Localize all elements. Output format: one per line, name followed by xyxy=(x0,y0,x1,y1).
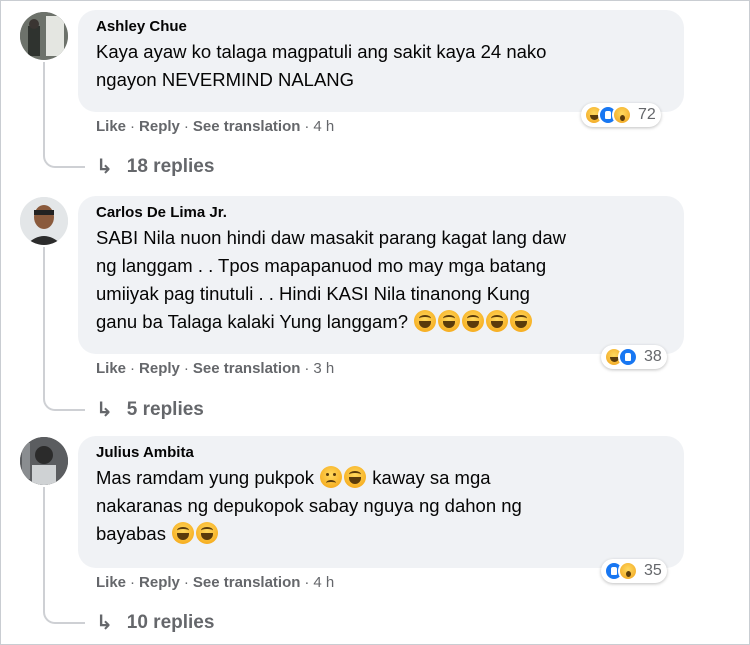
comment-text-fragment: Mas ramdam yung pukpok xyxy=(96,467,314,488)
see-translation-link[interactable]: See translation xyxy=(193,360,301,377)
replies-count: 18 replies xyxy=(126,155,215,177)
comment-text-fragment: ganu ba Talaga kalaki Yung langgam? xyxy=(96,311,409,332)
comment-text: SABI Nila nuon hindi daw masakit parang … xyxy=(96,224,666,336)
thread-line xyxy=(43,247,45,397)
comment-text-line-last: ganu ba Talaga kalaki Yung langgam? xyxy=(96,308,666,336)
reaction-count: 38 xyxy=(644,348,662,365)
see-translation-link[interactable]: See translation xyxy=(193,574,301,591)
comment-text-line: Mas ramdam yung pukpok kaway sa mga xyxy=(96,464,666,492)
laughing-emoji-icon xyxy=(414,310,437,332)
thread-connector xyxy=(43,608,85,624)
reply-button[interactable]: Reply xyxy=(139,118,180,135)
thread-line xyxy=(43,487,45,610)
replies-count: 5 replies xyxy=(126,398,204,420)
avatar[interactable] xyxy=(20,12,68,60)
reaction-count: 35 xyxy=(644,562,662,579)
thread-connector xyxy=(43,395,85,411)
replies-count: 10 replies xyxy=(126,611,215,633)
laughing-emoji-icon xyxy=(438,310,461,332)
laughing-emoji-icon xyxy=(462,310,485,332)
laughing-emoji-icon xyxy=(344,466,367,488)
laughing-emoji-icon xyxy=(486,310,509,332)
comment-actions: Like · Reply · See translation · 3 h xyxy=(96,360,335,377)
comment-text-line: SABI Nila nuon hindi daw masakit parang … xyxy=(96,227,566,248)
timestamp[interactable]: 4 h xyxy=(313,574,334,591)
laughing-emoji-icon xyxy=(172,522,195,544)
thread-line xyxy=(43,62,45,154)
like-button[interactable]: Like xyxy=(96,360,126,377)
comment-author[interactable]: Julius Ambita xyxy=(96,444,666,461)
laughing-emoji-icon xyxy=(510,310,533,332)
wow-reaction-icon xyxy=(612,105,632,125)
avatar-image xyxy=(20,437,68,485)
reactions-summary[interactable]: 38 xyxy=(601,345,667,369)
see-translation-link[interactable]: See translation xyxy=(193,118,301,135)
reactions-summary[interactable]: 35 xyxy=(601,559,667,583)
view-replies-button[interactable]: ↳ 18 replies xyxy=(96,154,214,179)
comment-actions: Like · Reply · See translation · 4 h xyxy=(96,574,335,591)
comment-actions: Like · Reply · See translation · 4 h xyxy=(96,118,335,135)
sad-emoji-icon xyxy=(320,466,343,488)
timestamp[interactable]: 3 h xyxy=(313,360,334,377)
comment-bubble: Carlos De Lima Jr. SABI Nila nuon hindi … xyxy=(78,196,684,354)
comment-text-fragment: kaway sa mga xyxy=(372,467,491,488)
reactions-summary[interactable]: 72 xyxy=(581,103,661,127)
comment-text-line: ng langgam . . Tpos mapapanuod mo may mg… xyxy=(96,255,547,276)
avatar-image xyxy=(20,12,68,60)
thread-connector xyxy=(43,152,85,168)
like-button[interactable]: Like xyxy=(96,118,126,135)
view-replies-button[interactable]: ↳ 5 replies xyxy=(96,397,204,422)
view-replies-button[interactable]: ↳ 10 replies xyxy=(96,610,214,635)
comment-author[interactable]: Ashley Chue xyxy=(96,18,666,35)
comment-bubble: Ashley Chue Kaya ayaw ko talaga magpatul… xyxy=(78,10,684,112)
laughing-emoji-icon xyxy=(196,522,219,544)
reply-arrow-icon: ↳ xyxy=(96,612,113,634)
comment-text: Mas ramdam yung pukpok kaway sa mga naka… xyxy=(96,464,666,548)
reply-button[interactable]: Reply xyxy=(139,360,180,377)
comment-bubble: Julius Ambita Mas ramdam yung pukpok kaw… xyxy=(78,436,684,568)
comment-author[interactable]: Carlos De Lima Jr. xyxy=(96,204,666,221)
reaction-count: 72 xyxy=(638,106,656,123)
wow-reaction-icon xyxy=(618,561,638,581)
comment-text-line: bayabas xyxy=(96,520,666,548)
timestamp[interactable]: 4 h xyxy=(313,118,334,135)
comment-text: Kaya ayaw ko talaga magpatuli ang sakit … xyxy=(96,41,547,90)
avatar-image xyxy=(20,197,68,245)
reply-arrow-icon: ↳ xyxy=(96,399,113,421)
comment-text-fragment: bayabas xyxy=(96,523,166,544)
comment-text-line: umiiyak pag tinutuli . . Hindi KASI Nila… xyxy=(96,283,530,304)
comment-text-line: nakaranas ng depukopok sabay nguya ng da… xyxy=(96,495,522,516)
avatar[interactable] xyxy=(20,437,68,485)
reply-arrow-icon: ↳ xyxy=(96,156,113,178)
like-reaction-icon xyxy=(618,347,638,367)
avatar[interactable] xyxy=(20,197,68,245)
like-button[interactable]: Like xyxy=(96,574,126,591)
reply-button[interactable]: Reply xyxy=(139,574,180,591)
